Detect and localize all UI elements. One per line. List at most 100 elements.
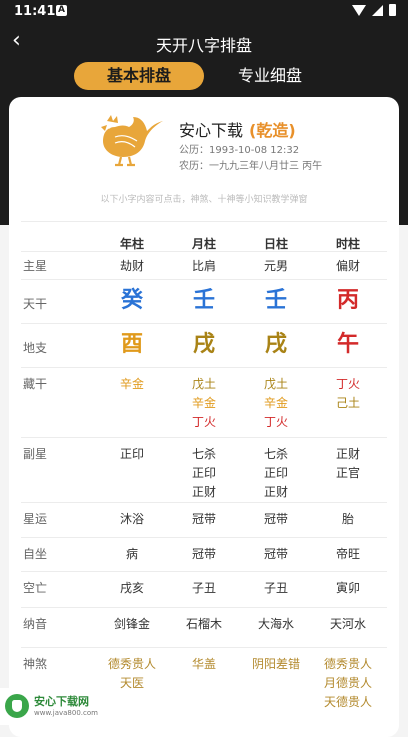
- row-divider: [21, 437, 387, 438]
- zhuxing-text: 元男: [263, 259, 288, 273]
- zhuxing-text: 劫财: [119, 259, 144, 273]
- row-label: 星运: [23, 512, 48, 526]
- row-label: 地支: [23, 341, 48, 355]
- nayin-cell[interactable]: 大海水: [241, 615, 311, 634]
- lunar-date: 农历：一九九三年八月廿三 丙午: [179, 161, 323, 172]
- kongwang-cell[interactable]: 戌亥: [97, 579, 167, 598]
- divider: [21, 221, 387, 222]
- xingyun-cell[interactable]: 冠带: [241, 510, 311, 529]
- fuxing-cell[interactable]: 七杀 正印 正财: [241, 445, 311, 502]
- zizuo-text: 病: [125, 547, 138, 561]
- nayin-cell[interactable]: 剑锋金: [97, 615, 167, 634]
- canggan-cell[interactable]: 辛金: [97, 375, 167, 394]
- row-label: 纳音: [23, 617, 48, 631]
- zhuxing-cell: 偏财: [313, 257, 383, 276]
- zhuxing-cell: 比肩: [169, 257, 239, 276]
- row-divider: [21, 502, 387, 503]
- canggan-text: 丁火: [191, 415, 216, 429]
- zizuo-cell[interactable]: 帝旺: [313, 545, 383, 564]
- xingyun-cell[interactable]: 冠带: [169, 510, 239, 529]
- xingyun-text: 冠带: [263, 512, 288, 526]
- watermark-text: 安心下载网: [34, 695, 89, 708]
- tiangan-text: 丙: [336, 288, 359, 313]
- shensha-cell[interactable]: 阴阳差错: [241, 655, 311, 674]
- battery-icon: [389, 4, 396, 16]
- xingyun-text: 胎: [341, 512, 354, 526]
- canggan-text: 丁火: [335, 377, 360, 391]
- tiangan-cell: 壬: [169, 287, 239, 315]
- row-label: 天干: [23, 297, 48, 311]
- canggan-text: 辛金: [191, 396, 216, 410]
- zizuo-cell[interactable]: 冠带: [241, 545, 311, 564]
- wifi-icon: [352, 4, 366, 16]
- fuxing-text: 正官: [335, 466, 360, 480]
- fuxing-cell[interactable]: 正财 正官: [313, 445, 383, 483]
- kongwang-text: 子丑: [191, 581, 216, 595]
- nayin-cell[interactable]: 天河水: [313, 615, 383, 634]
- nav-bar: ‹ 天开八字排盘: [0, 28, 408, 56]
- fuxing-cell[interactable]: 七杀 正印 正财: [169, 445, 239, 502]
- shensha-text: 月德贵人: [323, 676, 372, 690]
- shensha-cell[interactable]: 德秀贵人 月德贵人 天德贵人: [313, 655, 383, 712]
- row-label: 主星: [23, 259, 48, 273]
- watermark-url: www.java800.com: [34, 709, 98, 717]
- fuxing-text: 正印: [263, 466, 288, 480]
- shensha-cell[interactable]: 华盖: [169, 655, 239, 674]
- row-divider: [21, 367, 387, 368]
- tiangan-text: 壬: [264, 288, 287, 313]
- notification-icon: A: [56, 5, 67, 16]
- tiangan-cell: 丙: [313, 287, 383, 315]
- canggan-cell[interactable]: 戊土 辛金 丁火: [241, 375, 311, 432]
- zhuxing-cell: 劫财: [97, 257, 167, 276]
- signal-icon: [372, 4, 383, 16]
- fuxing-text: 七杀: [191, 447, 216, 461]
- row-divider: [21, 251, 387, 252]
- kongwang-cell[interactable]: 子丑: [169, 579, 239, 598]
- dizhi-text: 戌: [192, 332, 215, 357]
- row-label: 副星: [23, 447, 48, 461]
- fuxing-text: 七杀: [263, 447, 288, 461]
- dizhi-text: 戌: [264, 332, 287, 357]
- tab-professional-chart[interactable]: 专业细盘: [222, 62, 318, 90]
- dizhi-cell: 戌: [169, 331, 239, 359]
- profile-name-text: 安心下载: [179, 121, 244, 140]
- zhuxing-cell: 元男: [241, 257, 311, 276]
- dizhi-cell: 戌: [241, 331, 311, 359]
- row-divider: [21, 607, 387, 608]
- fuxing-cell[interactable]: 正印: [97, 445, 167, 464]
- canggan-cell[interactable]: 戊土 辛金 丁火: [169, 375, 239, 432]
- tiangan-text: 壬: [192, 288, 215, 313]
- canggan-cell[interactable]: 丁火 己土: [313, 375, 383, 413]
- kongwang-cell[interactable]: 寅卯: [313, 579, 383, 598]
- kongwang-cell[interactable]: 子丑: [241, 579, 311, 598]
- chart-card: 安心下载 (乾造) 公历：1993-10-08 12:32 农历：一九九三年八月廿…: [9, 97, 399, 737]
- tab-bar: 基本排盘 专业细盘: [0, 62, 408, 90]
- shensha-text: 阴阳差错: [251, 657, 300, 671]
- xingyun-cell[interactable]: 胎: [313, 510, 383, 529]
- kongwang-text: 寅卯: [335, 581, 360, 595]
- nayin-text: 大海水: [257, 617, 294, 631]
- fuxing-text: 正财: [263, 485, 288, 499]
- canggan-text: 戊土: [191, 377, 216, 391]
- hint-text: 以下小字内容可点击，神煞、十神等小知识教学弹窗: [100, 195, 308, 205]
- status-icons: [352, 4, 396, 16]
- zizuo-cell[interactable]: 病: [97, 545, 167, 564]
- canggan-text: 戊土: [263, 377, 288, 391]
- nayin-text: 天河水: [329, 617, 366, 631]
- zizuo-cell[interactable]: 冠带: [169, 545, 239, 564]
- page-title: 天开八字排盘: [155, 36, 252, 55]
- row-divider: [21, 647, 387, 648]
- nayin-text: 剑锋金: [113, 617, 150, 631]
- row-label: 空亡: [23, 581, 48, 595]
- zizuo-text: 冠带: [263, 547, 288, 561]
- nayin-cell[interactable]: 石榴木: [169, 615, 239, 634]
- dizhi-cell: 午: [313, 331, 383, 359]
- tab-basic-chart[interactable]: 基本排盘: [74, 62, 204, 90]
- solar-date: 公历：1993-10-08 12:32: [179, 145, 300, 156]
- zizuo-text: 冠带: [191, 547, 216, 561]
- rooster-zodiac-icon: [101, 115, 163, 167]
- row-divider: [21, 537, 387, 538]
- xingyun-cell[interactable]: 沐浴: [97, 510, 167, 529]
- row-divider: [21, 323, 387, 324]
- fuxing-text: 正财: [191, 485, 216, 499]
